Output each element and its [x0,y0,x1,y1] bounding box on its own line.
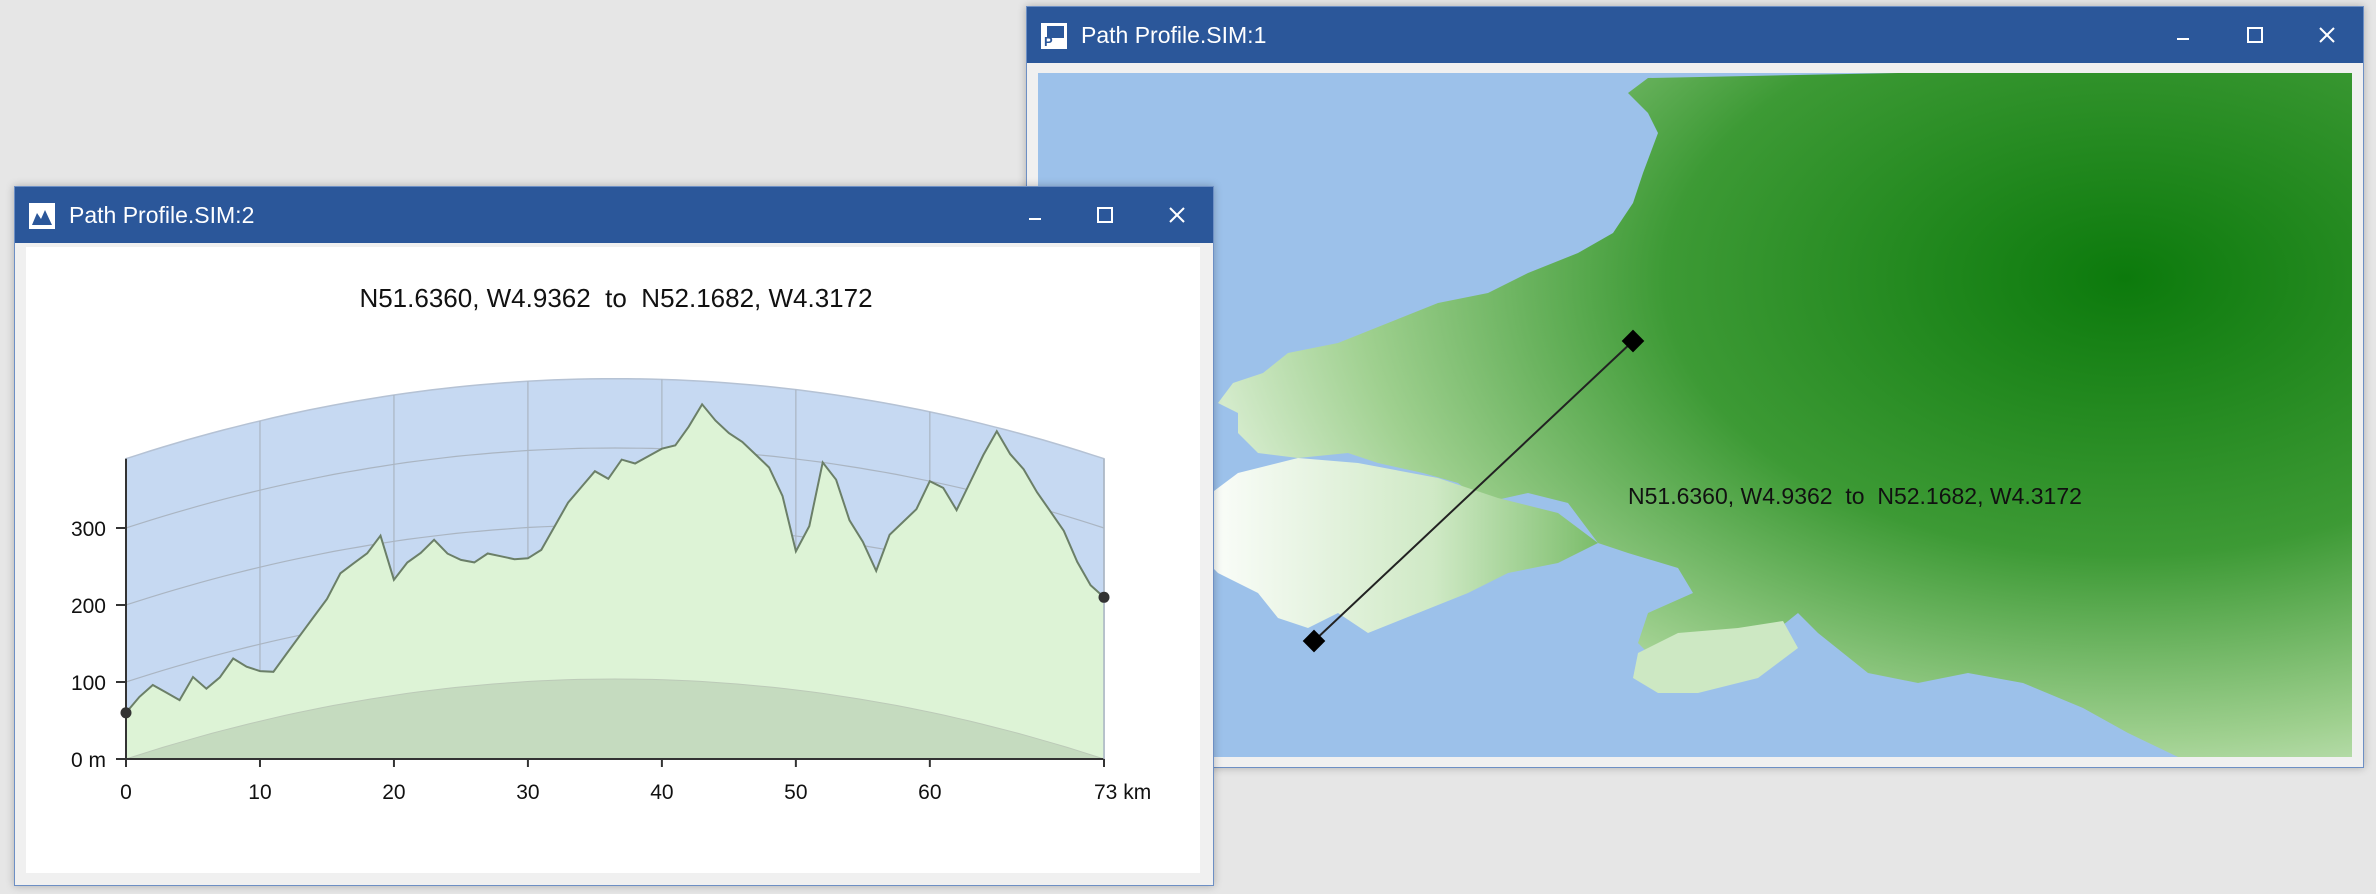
minimize-icon [2177,38,2189,40]
svg-text:P: P [1044,34,1053,47]
app-icon: P [1041,23,1067,49]
close-icon [2319,27,2335,43]
close-button[interactable] [2297,13,2357,57]
close-icon [1169,207,1185,223]
map-window[interactable]: P Path Profile.SIM:1 N51.6360, W4.9362 t… [1026,6,2364,768]
path-profile-chart: N51.6360, W4.9362 to N52.1682, W4.3172 0… [71,283,1151,804]
map-window-titlebar[interactable]: P Path Profile.SIM:1 [1027,7,2363,63]
x-tick-label: 50 [784,781,807,804]
x-tick-label: 0 [120,781,132,804]
y-tick-label: 0 m [71,749,106,772]
map-view[interactable]: N51.6360, W4.9362 to N52.1682, W4.3172 [1038,73,2352,757]
minimize-button[interactable] [1005,193,1065,237]
y-tick-label: 100 [71,672,106,695]
profile-window-titlebar[interactable]: Path Profile.SIM:2 [15,187,1213,243]
maximize-button[interactable] [1075,193,1135,237]
close-button[interactable] [1147,193,1207,237]
chart-title: N51.6360, W4.9362 to N52.1682, W4.3172 [359,283,872,313]
profile-view[interactable]: N51.6360, W4.9362 to N52.1682, W4.3172 0… [26,247,1200,873]
y-tick-label: 200 [71,595,106,618]
path-label: N51.6360, W4.9362 to N52.1682, W4.3172 [1628,483,2082,509]
profile-window[interactable]: Path Profile.SIM:2 N51.6360, W4.9362 to … [14,186,1214,886]
terrain-map[interactable]: N51.6360, W4.9362 to N52.1682, W4.3172 [1038,73,2352,757]
profile-end-point [1098,591,1110,603]
profile-start-point [120,707,132,719]
minimize-icon [1029,218,1041,220]
minimize-button[interactable] [2153,13,2213,57]
x-tick-label: 30 [516,781,539,804]
maximize-icon [1097,207,1113,223]
window-title: Path Profile.SIM:1 [1081,22,1267,48]
window-title: Path Profile.SIM:2 [69,202,255,228]
profile-app-icon [29,203,55,229]
x-tick-label: 40 [650,781,673,804]
x-tick-label: 73 km [1094,781,1151,804]
y-tick-label: 300 [71,518,106,541]
maximize-button[interactable] [2225,13,2285,57]
maximize-icon [2247,27,2263,43]
x-tick-label: 20 [382,781,405,804]
x-tick-label: 10 [248,781,271,804]
x-tick-label: 60 [918,781,941,804]
